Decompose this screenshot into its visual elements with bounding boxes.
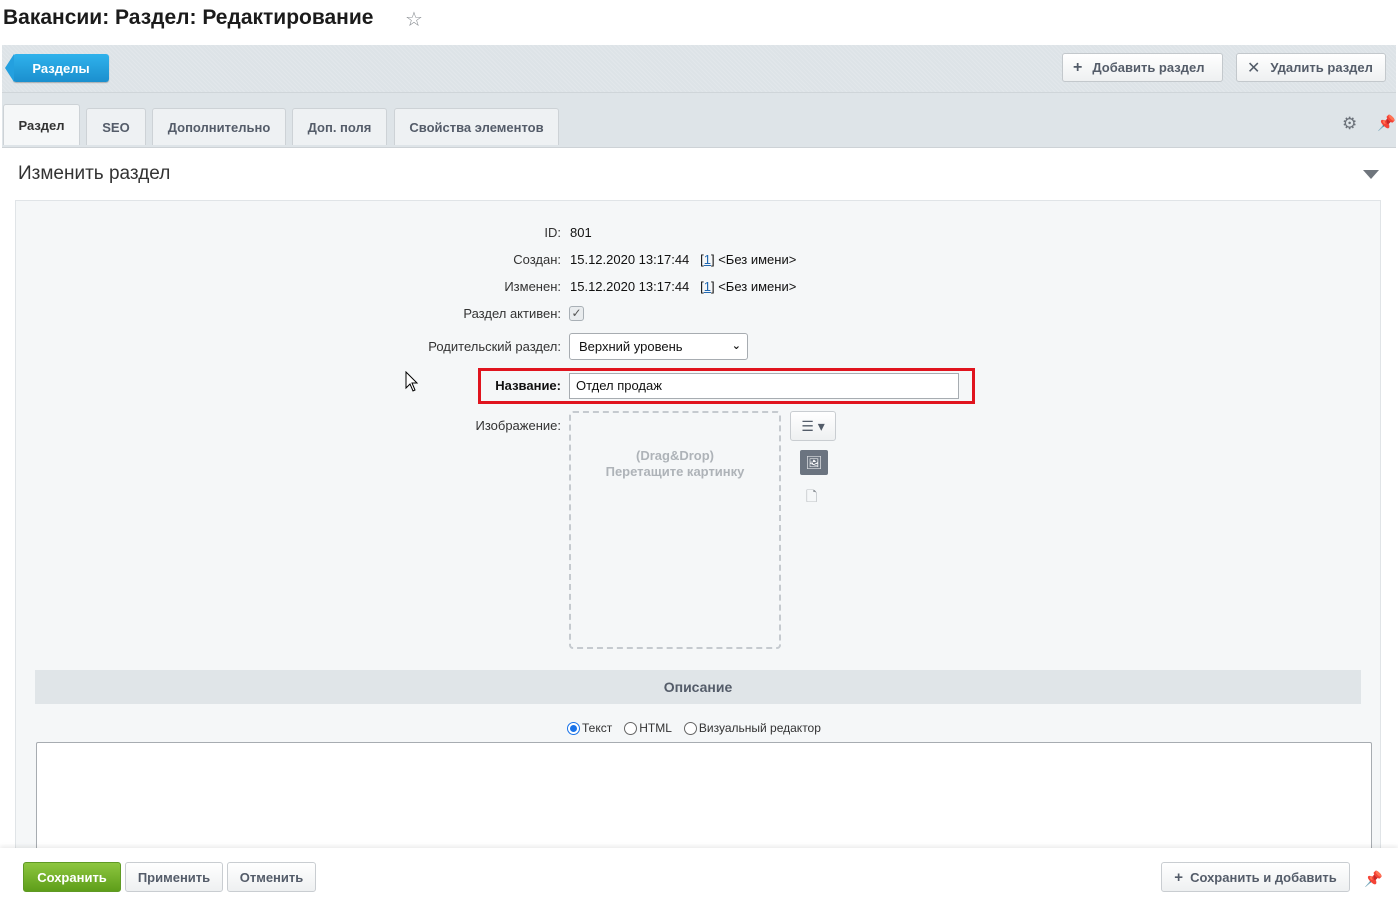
plus-icon: +: [1073, 58, 1083, 76]
tab-additional-label: Дополнительно: [167, 119, 271, 135]
pin-icon[interactable]: 📌: [1377, 114, 1396, 132]
apply-button[interactable]: Применить: [125, 862, 223, 892]
id-value: 801: [570, 225, 592, 240]
radio-text-label: Текст: [582, 721, 613, 735]
id-label: ID:: [544, 225, 561, 240]
tab-seo-label: SEO: [102, 119, 130, 135]
image-upload-button[interactable]: 🖼: [800, 450, 828, 475]
sections-back-label: Разделы: [32, 60, 90, 76]
menu-icon: ☰ ▾: [801, 417, 825, 434]
mouse-cursor-icon: [405, 371, 419, 392]
save-button[interactable]: Сохранить: [23, 862, 121, 892]
description-mode-radios: Текст HTML Визуальный редактор: [567, 721, 821, 735]
created-row: 15.12.2020 13:17:44 [1] <Без имени>: [570, 252, 797, 267]
radio-off-icon: [624, 721, 638, 735]
image-icon: 🖼: [805, 454, 823, 470]
add-section-button[interactable]: + Добавить раздел: [1062, 53, 1223, 82]
delete-section-button[interactable]: ✕ Удалить раздел: [1236, 53, 1386, 82]
tab-section-label: Раздел: [18, 117, 65, 133]
description-textarea[interactable]: [36, 742, 1372, 862]
radio-visual-label: Визуальный редактор: [698, 721, 821, 735]
pin-icon[interactable]: 📌: [1364, 870, 1383, 888]
file-icon[interactable]: 🗋: [806, 486, 817, 510]
page-title: Вакансии: Раздел: Редактирование: [3, 6, 374, 29]
radio-html-label: HTML: [639, 721, 672, 735]
parent-select-value: Верхний уровень: [579, 339, 683, 354]
modified-user-name: <Без имени>: [718, 279, 797, 294]
created-user-name: <Без имени>: [718, 252, 797, 267]
section-title: Изменить раздел: [18, 163, 171, 184]
collapse-icon[interactable]: [1363, 170, 1379, 179]
close-icon: ✕: [1247, 59, 1261, 77]
created-value: 15.12.2020 13:17:44: [570, 252, 690, 267]
tab-extra-fields[interactable]: Доп. поля: [292, 108, 387, 145]
gear-icon[interactable]: ⚙: [1342, 114, 1357, 134]
tab-additional[interactable]: Дополнительно: [152, 108, 286, 145]
created-label: Создан:: [513, 252, 561, 267]
active-checkbox[interactable]: ✓: [569, 306, 584, 321]
save-and-add-button[interactable]: + Сохранить и добавить: [1161, 862, 1350, 892]
cancel-button[interactable]: Отменить: [227, 862, 316, 892]
parent-select[interactable]: Верхний уровень ⌄: [569, 333, 748, 360]
sections-back-button[interactable]: Разделы: [5, 54, 109, 82]
save-label: Сохранить: [37, 869, 107, 885]
delete-section-label: Удалить раздел: [1270, 60, 1373, 75]
tab-element-properties-label: Свойства элементов: [409, 119, 544, 135]
apply-label: Применить: [137, 869, 211, 885]
check-icon: ✓: [571, 306, 582, 320]
created-user-link[interactable]: 1: [704, 252, 711, 267]
radio-on-icon: [567, 721, 580, 735]
modified-row: 15.12.2020 13:17:44 [1] <Без имени>: [570, 279, 797, 294]
image-menu-button[interactable]: ☰ ▾: [790, 411, 836, 441]
radio-visual[interactable]: Визуальный редактор: [683, 721, 821, 735]
cancel-label: Отменить: [239, 869, 304, 885]
tab-element-properties[interactable]: Свойства элементов: [394, 108, 559, 145]
add-section-label: Добавить раздел: [1092, 60, 1205, 75]
modified-user-link[interactable]: 1: [704, 279, 711, 294]
name-label: Название:: [495, 378, 561, 393]
radio-text[interactable]: Текст: [567, 721, 612, 735]
chevron-down-icon: ⌄: [731, 340, 741, 352]
description-header: Описание: [35, 670, 1361, 704]
tab-section[interactable]: Раздел: [3, 104, 80, 145]
tab-seo[interactable]: SEO: [86, 108, 146, 145]
name-input[interactable]: Отдел продаж: [569, 373, 959, 399]
image-dropzone[interactable]: (Drag&Drop) Перетащите картинку: [569, 411, 781, 649]
radio-html[interactable]: HTML: [624, 721, 672, 735]
save-and-add-label: Сохранить и добавить: [1190, 869, 1337, 885]
dropzone-line2: Перетащите картинку: [605, 464, 745, 479]
plus-icon: +: [1174, 868, 1184, 886]
active-label: Раздел активен:: [463, 306, 561, 321]
radio-off-icon: [683, 721, 697, 735]
modified-label: Изменен:: [504, 279, 561, 294]
section-header: [2, 148, 1396, 200]
favorite-star-icon[interactable]: ☆: [405, 7, 423, 32]
dropzone-line1: (Drag&Drop): [636, 448, 714, 463]
tab-extra-fields-label: Доп. поля: [307, 119, 372, 135]
modified-value: 15.12.2020 13:17:44: [570, 279, 690, 294]
image-label: Изображение:: [475, 418, 561, 433]
parent-label: Родительский раздел:: [428, 339, 561, 354]
